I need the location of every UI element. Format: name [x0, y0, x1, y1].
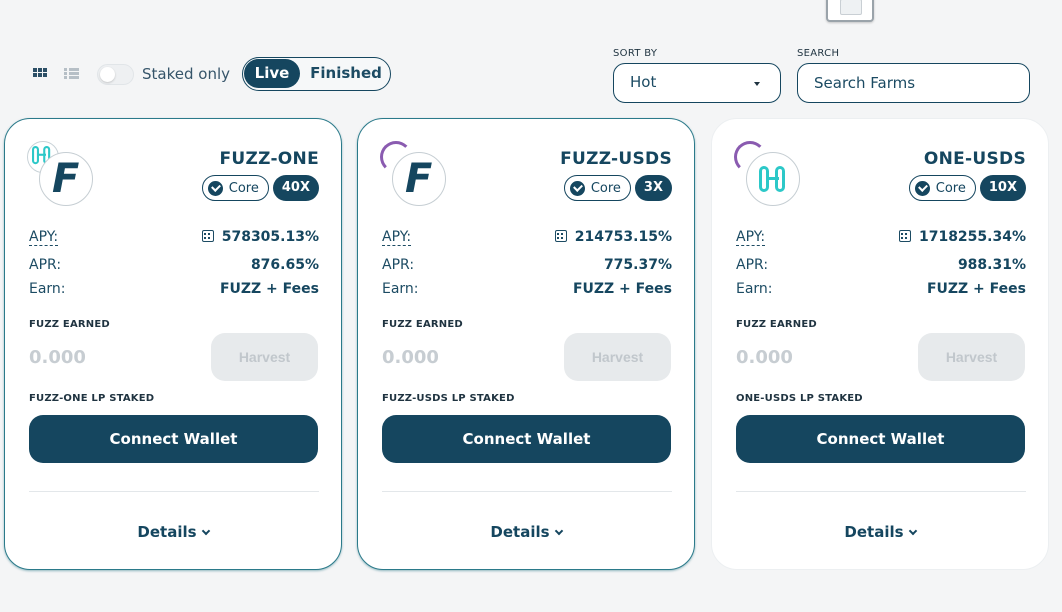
finished-tab[interactable]: Finished — [303, 59, 389, 88]
staked-only-label: Staked only — [142, 65, 230, 83]
apr-row: APR: 876.65% — [29, 257, 319, 275]
farm-pair-title: FUZZ-USDS — [560, 149, 672, 169]
earn-row: Earn: FUZZ + Fees — [29, 281, 319, 299]
earned-label: FUZZ EARNED — [382, 319, 463, 330]
earned-value: 0.000 — [382, 347, 439, 368]
core-label: Core — [935, 180, 966, 196]
harmony-icon — [746, 152, 800, 206]
core-badge: Core — [908, 175, 976, 201]
staked-only-toggle[interactable] — [97, 64, 134, 85]
details-label: Details — [137, 523, 197, 541]
token-pair-logos: F — [380, 141, 450, 211]
core-label: Core — [228, 180, 259, 196]
search-input[interactable] — [797, 63, 1030, 103]
live-tab[interactable]: Live — [244, 59, 300, 88]
farm-badges: Core 40X — [201, 175, 319, 201]
harvest-button[interactable]: Harvest — [918, 333, 1025, 381]
apr-row: APR: 988.31% — [736, 257, 1026, 275]
connect-wallet-button[interactable]: Connect Wallet — [29, 415, 318, 463]
apy-label[interactable]: APY: — [29, 229, 59, 246]
apr-row: APR: 775.37% — [382, 257, 672, 275]
earned-value: 0.000 — [29, 347, 86, 368]
caret-down-icon — [754, 82, 760, 86]
calculator-icon[interactable] — [898, 230, 911, 242]
earn-value: FUZZ + Fees — [572, 281, 672, 297]
verified-check-icon — [914, 180, 930, 196]
earn-row: Earn: FUZZ + Fees — [736, 281, 1026, 299]
details-toggle[interactable]: Details — [712, 523, 1048, 541]
multiplier-badge: 10X — [979, 175, 1026, 201]
chevron-down-icon — [554, 526, 563, 536]
list-view-icon[interactable] — [64, 68, 79, 80]
apy-label[interactable]: APY: — [736, 229, 766, 246]
earn-label: Earn: — [29, 281, 66, 297]
verified-check-icon — [207, 180, 223, 196]
earn-label: Earn: — [736, 281, 773, 297]
farms-toolbar: Staked only Live Finished SORT BY Hot SE… — [0, 0, 1062, 110]
apy-row: APY: 578305.13% — [29, 229, 319, 247]
card-divider — [29, 491, 319, 492]
token-pair-logos — [734, 141, 804, 211]
harvest-button[interactable]: Harvest — [211, 333, 318, 381]
farm-card: ONE-USDS Core 10X APY: 1718255.34% APR: … — [711, 118, 1049, 570]
earn-value: FUZZ + Fees — [219, 281, 319, 297]
apy-label[interactable]: APY: — [382, 229, 412, 246]
details-toggle[interactable]: Details — [358, 523, 694, 541]
apr-label: APR: — [382, 257, 415, 273]
apr-value: 876.65% — [250, 257, 319, 273]
apr-value: 988.31% — [957, 257, 1026, 273]
apy-value: 1718255.34% — [898, 229, 1026, 245]
card-divider — [736, 491, 1026, 492]
apy-value: 214753.15% — [554, 229, 672, 245]
earned-value: 0.000 — [736, 347, 793, 368]
multiplier-badge: 3X — [634, 175, 672, 201]
farm-badges: Core 10X — [908, 175, 1026, 201]
fuzz-icon: F — [39, 152, 93, 206]
details-label: Details — [844, 523, 904, 541]
details-label: Details — [490, 523, 550, 541]
multiplier-badge: 40X — [272, 175, 319, 201]
lp-staked-label: ONE-USDS LP STAKED — [736, 393, 863, 404]
connect-wallet-button[interactable]: Connect Wallet — [736, 415, 1025, 463]
apy-row: APY: 214753.15% — [382, 229, 672, 247]
token-pair-logos: F — [27, 141, 97, 211]
earned-label: FUZZ EARNED — [29, 319, 110, 330]
apr-label: APR: — [29, 257, 62, 273]
grid-view-icon[interactable] — [33, 68, 47, 80]
search-label: SEARCH — [797, 48, 840, 59]
farm-pair-title: FUZZ-ONE — [219, 149, 319, 169]
sort-select[interactable]: Hot — [613, 63, 781, 103]
earn-value: FUZZ + Fees — [926, 281, 1026, 297]
fuzz-icon: F — [392, 152, 446, 206]
chevron-down-icon — [201, 526, 210, 536]
earn-row: Earn: FUZZ + Fees — [382, 281, 672, 299]
farm-pair-title: ONE-USDS — [923, 149, 1026, 169]
apy-value: 578305.13% — [201, 229, 319, 245]
sort-value: Hot — [630, 73, 657, 91]
live-finished-switch: Live Finished — [242, 57, 391, 91]
card-divider — [382, 491, 672, 492]
connect-wallet-button[interactable]: Connect Wallet — [382, 415, 671, 463]
calculator-icon[interactable] — [201, 230, 214, 242]
sort-by-label: SORT BY — [613, 48, 658, 59]
apr-value: 775.37% — [603, 257, 672, 273]
core-badge: Core — [201, 175, 269, 201]
apy-row: APY: 1718255.34% — [736, 229, 1026, 247]
farm-badges: Core 3X — [563, 175, 672, 201]
farm-card: F FUZZ-USDS Core 3X APY: 214753.15% APR:… — [357, 118, 695, 570]
earned-label: FUZZ EARNED — [736, 319, 817, 330]
core-badge: Core — [563, 175, 631, 201]
calculator-icon[interactable] — [554, 230, 567, 242]
farm-card: F FUZZ-ONE Core 40X APY: 578305.13% APR:… — [4, 118, 342, 570]
lp-staked-label: FUZZ-USDS LP STAKED — [382, 393, 515, 404]
harvest-button[interactable]: Harvest — [564, 333, 671, 381]
core-label: Core — [590, 180, 621, 196]
apr-label: APR: — [736, 257, 769, 273]
lp-staked-label: FUZZ-ONE LP STAKED — [29, 393, 155, 404]
verified-check-icon — [569, 180, 585, 196]
details-toggle[interactable]: Details — [5, 523, 341, 541]
toggle-knob — [100, 67, 115, 82]
chevron-down-icon — [908, 526, 917, 536]
earn-label: Earn: — [382, 281, 419, 297]
